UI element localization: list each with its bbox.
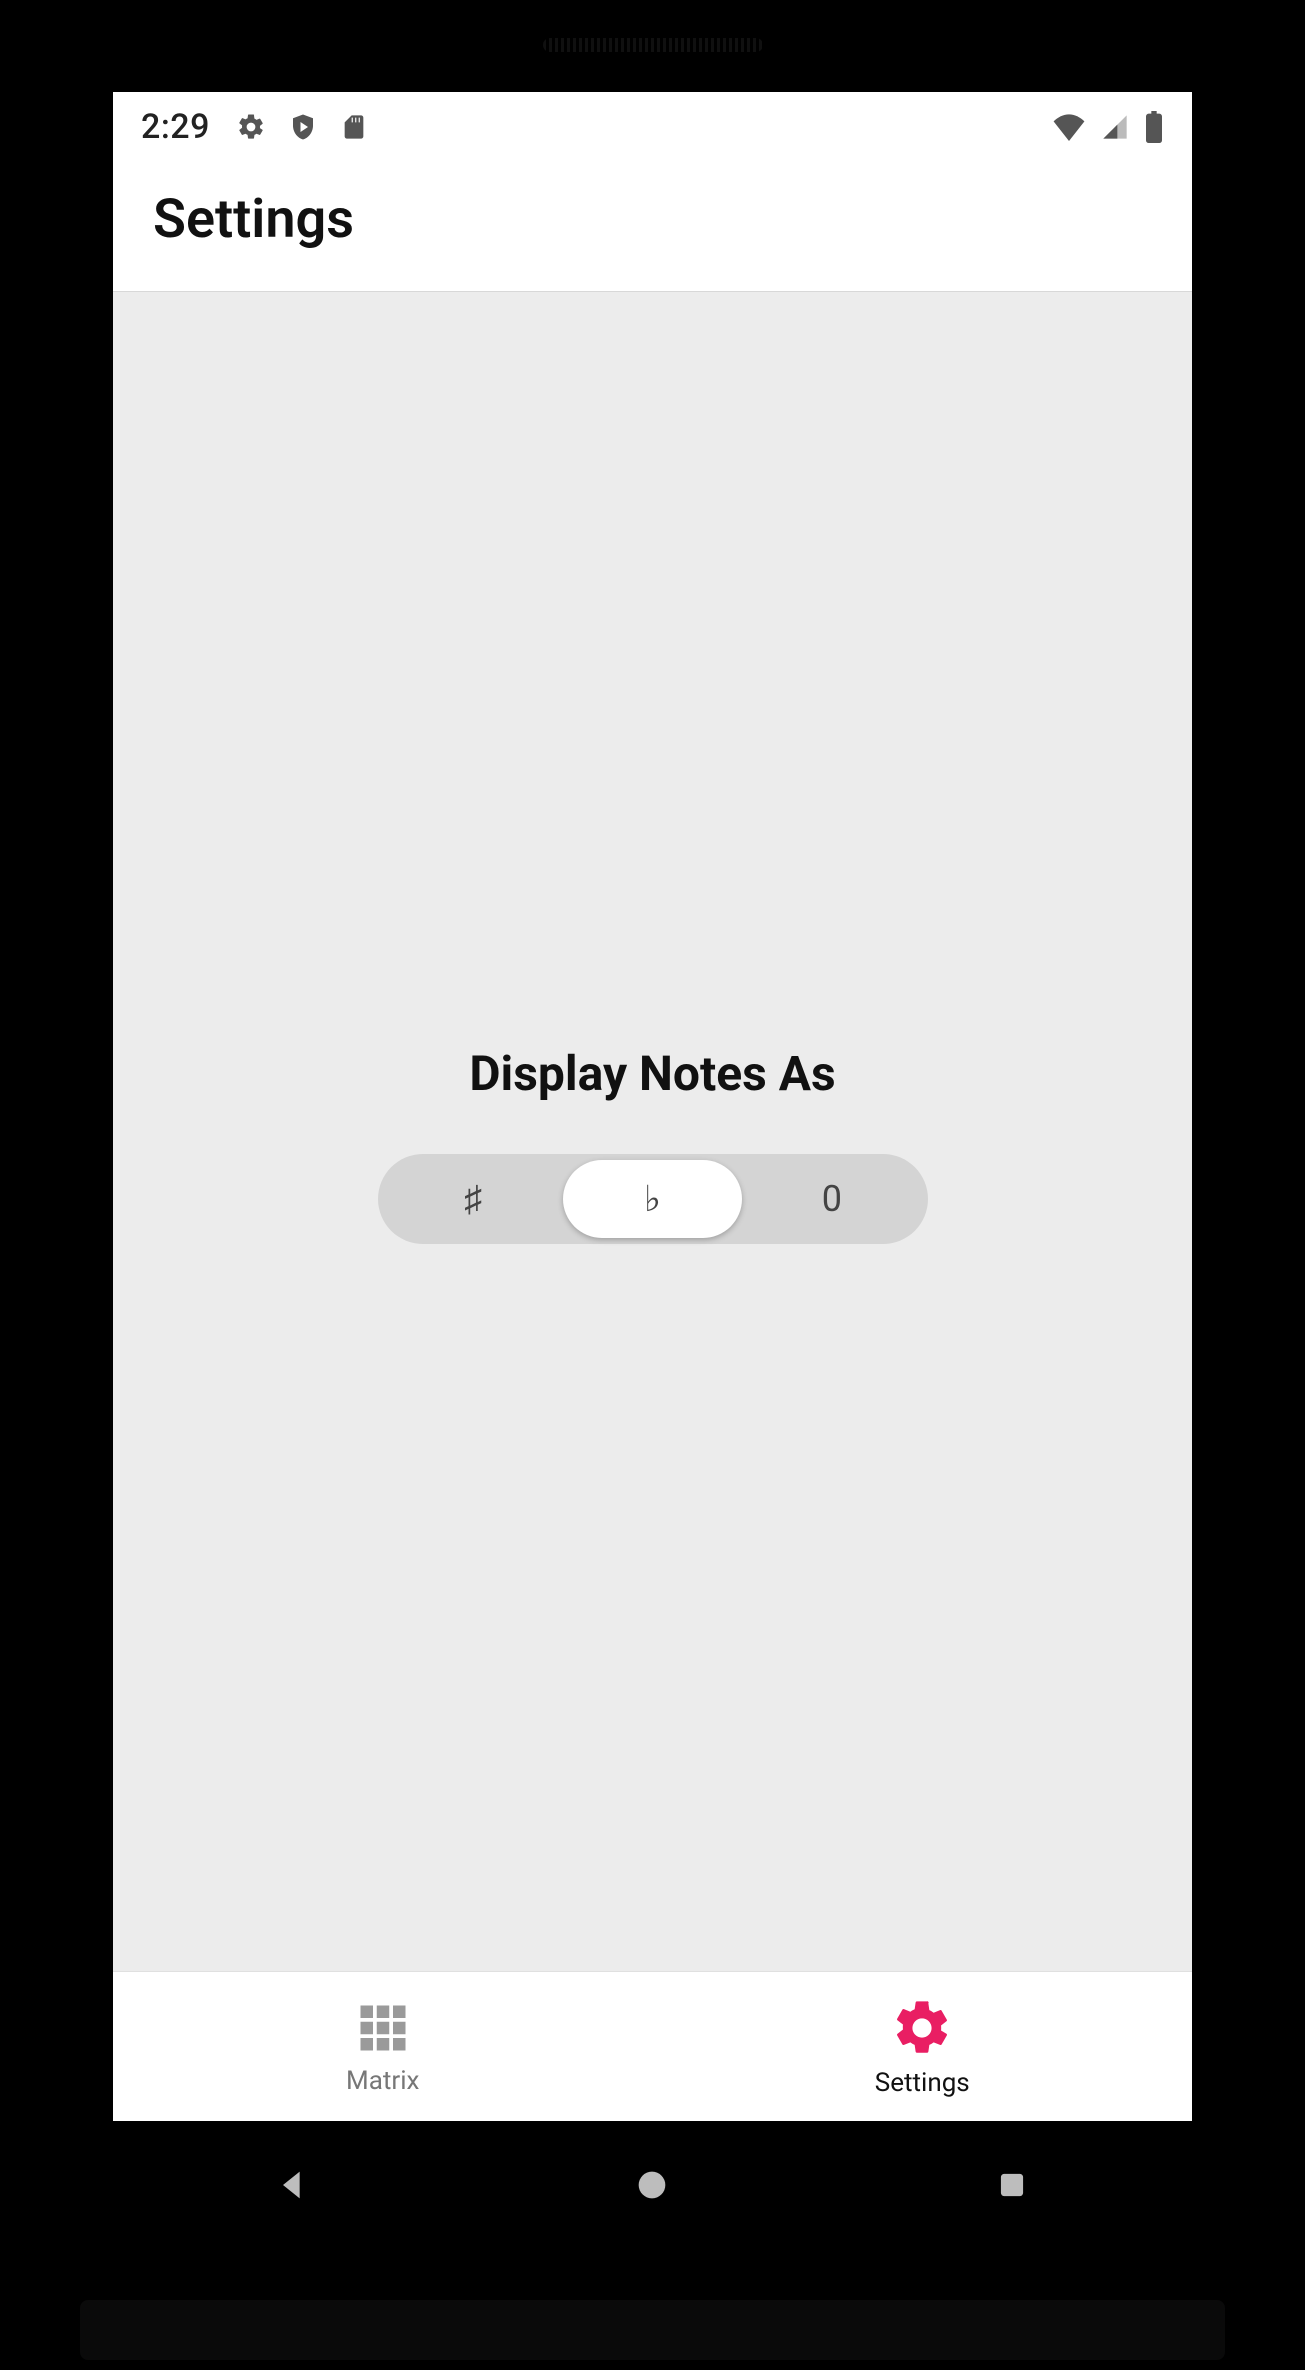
status-bar: 2:29 <box>113 92 1192 162</box>
settings-content: Display Notes As ♯ ♭ 0 <box>113 318 1192 1971</box>
system-back-button[interactable] <box>270 2162 316 2208</box>
phone-frame: 2:29 <box>0 0 1305 2370</box>
device-screen: 2:29 <box>113 92 1192 2121</box>
seg-option-number-label: 0 <box>822 1178 842 1220</box>
nav-label-settings: Settings <box>875 2068 970 2098</box>
system-home-button[interactable] <box>629 2162 675 2208</box>
nav-label-matrix: Matrix <box>346 2066 419 2096</box>
nav-tab-settings[interactable]: Settings <box>653 1972 1193 2121</box>
display-notes-heading: Display Notes As <box>469 1045 835 1102</box>
gear-icon <box>236 112 266 142</box>
app-header: Settings <box>113 162 1192 292</box>
seg-option-sharp[interactable]: ♯ <box>384 1160 563 1238</box>
seg-option-flat[interactable]: ♭ <box>563 1160 742 1238</box>
sd-card-icon <box>340 112 368 142</box>
page-title: Settings <box>153 188 1152 251</box>
seg-option-flat-label: ♭ <box>644 1178 661 1220</box>
grid-icon <box>353 1998 413 2058</box>
battery-icon <box>1144 111 1164 143</box>
system-recents-button[interactable] <box>989 2162 1035 2208</box>
status-time: 2:29 <box>141 107 210 147</box>
seg-option-number[interactable]: 0 <box>742 1160 921 1238</box>
cellular-signal-icon <box>1100 113 1130 141</box>
play-shield-icon <box>288 112 318 142</box>
status-left-icons <box>236 112 368 142</box>
status-right-icons <box>1052 111 1164 143</box>
seg-option-sharp-label: ♯ <box>464 1178 482 1220</box>
wifi-icon <box>1052 113 1086 141</box>
nav-tab-matrix[interactable]: Matrix <box>113 1972 653 2121</box>
frame-bottom-strip <box>80 2300 1225 2360</box>
gear-icon <box>890 1996 954 2060</box>
bottom-nav: Matrix Settings <box>113 1971 1192 2121</box>
note-display-segmented-control[interactable]: ♯ ♭ 0 <box>378 1154 928 1244</box>
android-system-nav <box>113 2125 1192 2245</box>
phone-speaker <box>543 38 763 52</box>
